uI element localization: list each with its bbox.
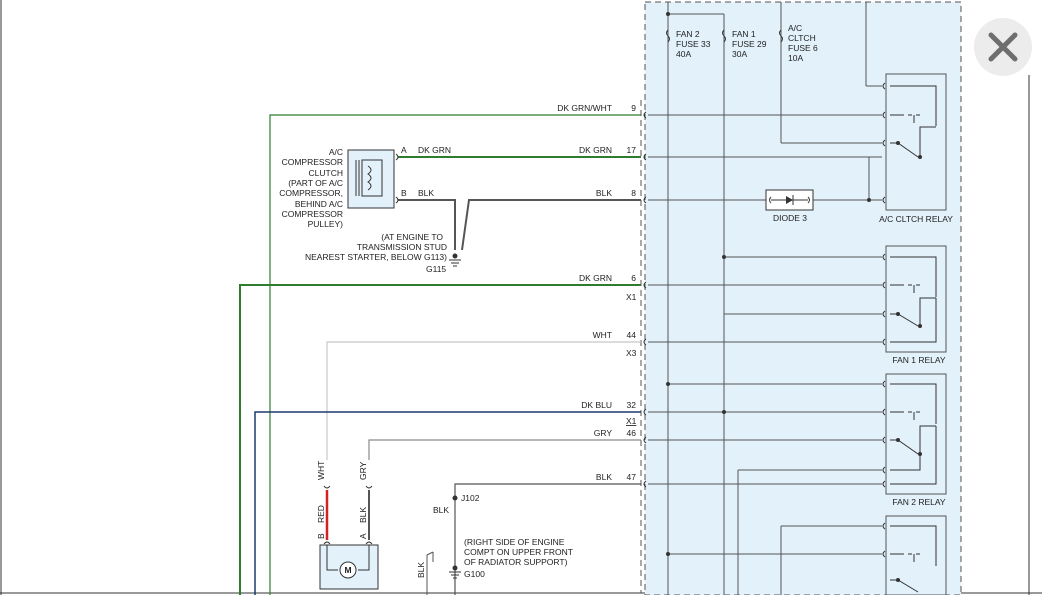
clutch-label-line-3: CLUTCH (309, 168, 343, 178)
ground-g100-wire: BLK (416, 562, 426, 578)
splice-j102-wire: BLK (433, 505, 449, 515)
motor-wire-top-right: GRY (358, 461, 368, 480)
fan-motor-symbol-label: M (344, 565, 351, 575)
wiring-diagram: FAN 2 FUSE 33 40A FAN 1 FUSE 29 30A A/C … (0, 0, 1042, 595)
wire-label-dk-blu: DK BLU (581, 400, 612, 410)
close-icon (988, 32, 1018, 62)
connector-x3: X3 (626, 348, 637, 358)
fuse-fan2-rating: 40A (676, 49, 691, 59)
pin-8: 8 (631, 188, 636, 198)
fuse-ac-number: FUSE 6 (788, 43, 818, 53)
relay-ac-label: A/C CLTCH RELAY (879, 214, 953, 224)
ground-g115-symbol (449, 253, 461, 267)
wire-label-blk-47: BLK (596, 472, 612, 482)
connector-x1-a: X1 (626, 292, 637, 302)
pin-6: 6 (631, 273, 636, 283)
clutch-wire-a: DK GRN (418, 145, 451, 155)
ground-g115-id: G115 (426, 264, 446, 274)
clutch-label-line-5: COMPRESSOR, (279, 188, 343, 198)
splice-j102-id: J102 (461, 493, 480, 503)
fuse-ac-rating: 10A (788, 53, 803, 63)
ground-g100-symbol (426, 551, 461, 579)
clutch-pin-b: B (401, 188, 407, 198)
motor-wire-bot-right: BLK (358, 507, 368, 523)
diode-symbol (765, 189, 814, 211)
connector-x1-b: X1 (626, 416, 637, 426)
pin-17: 17 (627, 145, 637, 155)
pin-44: 44 (627, 330, 637, 340)
splice-j102-dot (452, 495, 458, 501)
ground-g115-line-1: (AT ENGINE TO (381, 232, 443, 242)
pin-9: 9 (631, 103, 636, 113)
motor-wire-bot-left: RED (316, 505, 326, 523)
relay-fan1-label: FAN 1 RELAY (892, 355, 946, 365)
motor-wire-top-left: WHT (316, 461, 326, 480)
relay-fan2-label: FAN 2 RELAY (892, 497, 946, 507)
wire-label-dk-grn-17: DK GRN (579, 145, 612, 155)
ground-g100-line-2: COMPT ON UPPER FRONT (464, 547, 573, 557)
motor-pin-a: A (358, 533, 368, 539)
ground-g115-line-2: TRANSMISSION STUD (357, 242, 447, 252)
clutch-wire-b: BLK (418, 188, 434, 198)
wire-label-dk-grn-wht: DK GRN/WHT (557, 103, 612, 113)
clutch-pin-a: A (401, 145, 407, 155)
pin-46: 46 (627, 428, 637, 438)
ground-g100-line-3: OF RADIATOR SUPPORT) (464, 557, 568, 567)
fuse-ac-name: A/C (788, 23, 802, 33)
clutch-label-line-1: A/C (329, 147, 343, 157)
pin-47: 47 (627, 472, 637, 482)
motor-pin-b: B (316, 533, 326, 539)
wire-label-wht: WHT (593, 330, 612, 340)
fuse-ac-name2: CLTCH (788, 33, 816, 43)
ground-g100-line-1: (RIGHT SIDE OF ENGINE (464, 537, 565, 547)
fuse-fan1-name: FAN 1 (732, 29, 756, 39)
clutch-label-line-7: COMPRESSOR (282, 209, 343, 219)
wire-label-dk-grn-6: DK GRN (579, 273, 612, 283)
ground-g100-id: G100 (464, 569, 485, 579)
pin-32: 32 (627, 400, 637, 410)
clutch-label-line-4: (PART OF A/C (288, 178, 343, 188)
fuse-fan1-number: FUSE 29 (732, 39, 767, 49)
wire-label-gry: GRY (594, 428, 613, 438)
clutch-label-line-2: COMPRESSOR (282, 157, 343, 167)
ground-g115-line-3: NEAREST STARTER, BELOW G113) (305, 252, 447, 262)
fuse-fan2-name: FAN 2 (676, 29, 700, 39)
ac-compressor-clutch-symbol (347, 149, 399, 209)
clutch-label-line-8: PULLEY) (308, 219, 344, 229)
fuse-fan2-number: FUSE 33 (676, 39, 711, 49)
diode-label: DIODE 3 (773, 213, 807, 223)
close-button[interactable] (974, 18, 1032, 76)
wire-label-blk-8: BLK (596, 188, 612, 198)
fuse-fan1-rating: 30A (732, 49, 747, 59)
clutch-label-line-6: BEHIND A/C (295, 199, 343, 209)
